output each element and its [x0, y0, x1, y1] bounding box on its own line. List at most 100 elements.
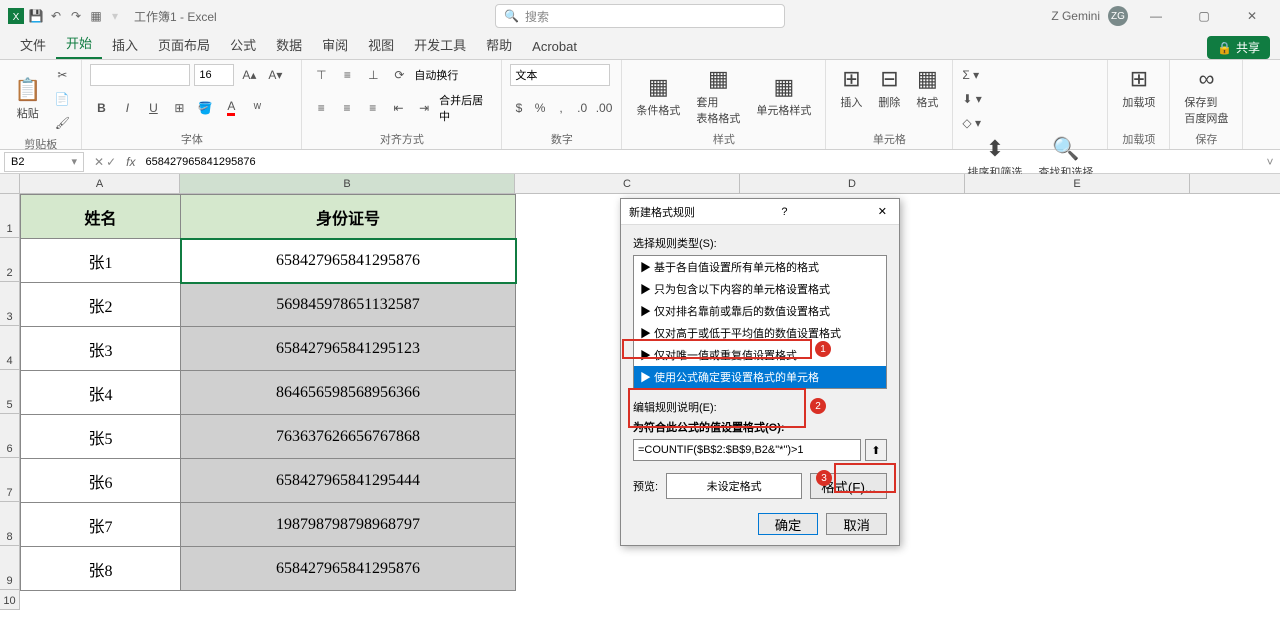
cell-b4[interactable]: 658427965841295123: [181, 327, 516, 371]
tab-view[interactable]: 视图: [358, 29, 404, 59]
indent-right-icon[interactable]: ⇥: [413, 97, 435, 119]
dialog-titlebar[interactable]: 新建格式规则 ? ✕: [621, 199, 899, 225]
cell-a4[interactable]: 张3: [21, 327, 181, 371]
align-top-icon[interactable]: ⊤: [310, 64, 332, 86]
cell-a1[interactable]: 姓名: [21, 195, 181, 239]
cut-icon[interactable]: ✂: [51, 64, 73, 86]
align-bottom-icon[interactable]: ⊥: [362, 64, 384, 86]
cell-a2[interactable]: 张1: [21, 239, 181, 283]
row-header-2[interactable]: 2: [0, 238, 20, 282]
enter-formula-icon[interactable]: ✓: [106, 155, 116, 169]
cell-b5[interactable]: 864656598568956366: [181, 371, 516, 415]
rule-type-1[interactable]: ▶ 只为包含以下内容的单元格设置格式: [634, 278, 886, 300]
tab-data[interactable]: 数据: [266, 29, 312, 59]
cell-b1[interactable]: 身份证号: [181, 195, 516, 239]
copy-icon[interactable]: 📄: [51, 88, 73, 110]
indent-left-icon[interactable]: ⇤: [388, 97, 410, 119]
tab-insert[interactable]: 插入: [102, 29, 148, 59]
merge-button[interactable]: 合并后居中: [439, 92, 493, 124]
cancel-formula-icon[interactable]: ✕: [94, 155, 104, 169]
avatar[interactable]: ZG: [1108, 6, 1128, 26]
search-box[interactable]: 🔍 搜索: [495, 4, 785, 28]
cell-a5[interactable]: 张4: [21, 371, 181, 415]
cell-b8[interactable]: 198798798798968797: [181, 503, 516, 547]
cell-a7[interactable]: 张6: [21, 459, 181, 503]
close-button[interactable]: ✕: [1232, 0, 1272, 32]
fx-icon[interactable]: fx: [122, 155, 139, 169]
orientation-icon[interactable]: ⟳: [388, 64, 410, 86]
row-header-8[interactable]: 8: [0, 502, 20, 546]
cell-a3[interactable]: 张2: [21, 283, 181, 327]
tab-review[interactable]: 审阅: [312, 29, 358, 59]
row-header-3[interactable]: 3: [0, 282, 20, 326]
formula-input-field[interactable]: [633, 439, 861, 461]
rule-type-0[interactable]: ▶ 基于各自值设置所有单元格的格式: [634, 256, 886, 278]
align-middle-icon[interactable]: ≡: [336, 64, 358, 86]
rule-type-4[interactable]: ▶ 仅对唯一值或重复值设置格式: [634, 344, 886, 366]
col-header-e[interactable]: E: [965, 174, 1190, 193]
increase-decimal-icon[interactable]: .0: [574, 97, 591, 119]
undo-icon[interactable]: ↶: [48, 8, 64, 24]
tab-dev[interactable]: 开发工具: [404, 29, 476, 59]
rule-type-2[interactable]: ▶ 仅对排名靠前或靠后的数值设置格式: [634, 300, 886, 322]
align-right-icon[interactable]: ≡: [362, 97, 384, 119]
paste-button[interactable]: 📋粘贴: [8, 75, 47, 123]
format-button[interactable]: 格式(F)...: [810, 473, 887, 499]
border-icon[interactable]: ⊞: [168, 97, 190, 119]
maximize-button[interactable]: ▢: [1184, 0, 1224, 32]
cell-b6[interactable]: 763637626656767868: [181, 415, 516, 459]
row-header-4[interactable]: 4: [0, 326, 20, 370]
cell-b7[interactable]: 658427965841295444: [181, 459, 516, 503]
decrease-font-icon[interactable]: A▾: [264, 64, 286, 86]
row-header-6[interactable]: 6: [0, 414, 20, 458]
font-size-input[interactable]: [194, 64, 234, 86]
row-header-1[interactable]: 1: [0, 194, 20, 238]
clear-icon[interactable]: ◇ ▾: [961, 112, 982, 134]
decrease-decimal-icon[interactable]: .00: [595, 97, 614, 119]
number-format-select[interactable]: [510, 64, 610, 86]
tab-file[interactable]: 文件: [10, 29, 56, 59]
cell-b2[interactable]: 658427965841295876: [181, 239, 516, 283]
underline-icon[interactable]: U: [142, 97, 164, 119]
cell-a6[interactable]: 张5: [21, 415, 181, 459]
formula-input[interactable]: 658427965841295876: [139, 156, 1260, 168]
phonetic-icon[interactable]: ᵂ: [246, 97, 268, 119]
tab-formulas[interactable]: 公式: [220, 29, 266, 59]
rule-type-listbox[interactable]: ▶ 基于各自值设置所有单元格的格式 ▶ 只为包含以下内容的单元格设置格式 ▶ 仅…: [633, 255, 887, 389]
col-header-c[interactable]: C: [515, 174, 740, 193]
range-selector-icon[interactable]: ⬆: [865, 439, 887, 461]
qat-customize-icon[interactable]: ▦: [88, 8, 104, 24]
align-center-icon[interactable]: ≡: [336, 97, 358, 119]
cancel-button[interactable]: 取消: [826, 513, 887, 535]
minimize-button[interactable]: —: [1136, 0, 1176, 32]
delete-cells-button[interactable]: ⊟删除: [872, 64, 906, 112]
percent-icon[interactable]: %: [531, 97, 548, 119]
tab-acrobat[interactable]: Acrobat: [522, 33, 587, 59]
save-icon[interactable]: 💾: [28, 8, 44, 24]
cell-b3[interactable]: 569845978651132587: [181, 283, 516, 327]
rule-type-5[interactable]: ▶ 使用公式确定要设置格式的单元格: [634, 366, 886, 388]
format-cells-button[interactable]: ▦格式: [910, 64, 944, 112]
format-painter-icon[interactable]: 🖌: [51, 112, 73, 134]
bold-icon[interactable]: B: [90, 97, 112, 119]
font-color-icon[interactable]: A: [220, 97, 242, 119]
cell-a9[interactable]: 张8: [21, 547, 181, 591]
addins-button[interactable]: ⊞加载项: [1116, 64, 1161, 112]
save-baidu-button[interactable]: ∞保存到 百度网盘: [1178, 64, 1234, 128]
autosum-icon[interactable]: Σ ▾: [961, 64, 980, 86]
wrap-text-button[interactable]: 自动换行: [414, 67, 458, 83]
font-name-input[interactable]: [90, 64, 190, 86]
table-format-button[interactable]: ▦套用 表格格式: [690, 64, 746, 128]
rule-type-3[interactable]: ▶ 仅对高于或低于平均值的数值设置格式: [634, 322, 886, 344]
align-left-icon[interactable]: ≡: [310, 97, 332, 119]
currency-icon[interactable]: $: [510, 97, 527, 119]
row-header-9[interactable]: 9: [0, 546, 20, 590]
col-header-d[interactable]: D: [740, 174, 965, 193]
insert-cells-button[interactable]: ⊞插入: [834, 64, 868, 112]
dialog-close-icon[interactable]: ✕: [874, 205, 891, 218]
row-header-5[interactable]: 5: [0, 370, 20, 414]
fill-icon[interactable]: ⬇ ▾: [961, 88, 982, 110]
name-box[interactable]: B2▾: [4, 152, 84, 172]
cells-area[interactable]: 姓名 身份证号 张1658427965841295876 张2569845978…: [20, 194, 516, 610]
cell-style-button[interactable]: ▦单元格样式: [750, 72, 817, 120]
